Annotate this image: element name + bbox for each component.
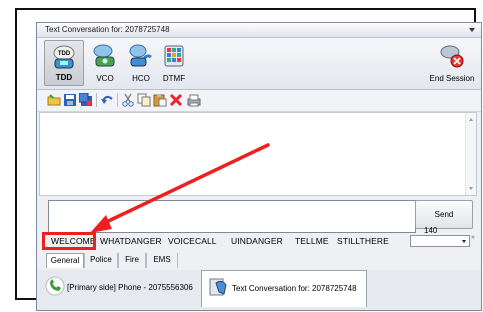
annotation-arrow (90, 143, 270, 233)
